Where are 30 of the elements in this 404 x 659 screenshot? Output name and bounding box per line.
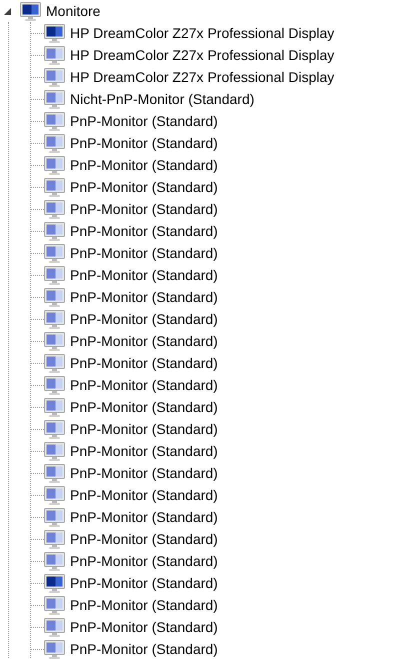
tree-item[interactable]: HP DreamColor Z27x Professional Display [70, 44, 334, 66]
tree-item[interactable]: PnP-Monitor (Standard) [70, 462, 218, 484]
tree-item[interactable]: PnP-Monitor (Standard) [70, 242, 218, 264]
tree-item[interactable]: HP DreamColor Z27x Professional Display [70, 22, 334, 44]
tree-item[interactable]: PnP-Monitor (Standard) [70, 550, 218, 572]
tree-item[interactable]: PnP-Monitor (Standard) [70, 110, 218, 132]
tree-item[interactable]: PnP-Monitor (Standard) [70, 484, 218, 506]
tree-item[interactable]: PnP-Monitor (Standard) [70, 594, 218, 616]
tree-item[interactable]: PnP-Monitor (Standard) [70, 352, 218, 374]
tree-item[interactable]: HP DreamColor Z27x Professional Display [70, 66, 334, 88]
tree-item[interactable]: PnP-Monitor (Standard) [70, 440, 218, 462]
tree-item[interactable]: PnP-Monitor (Standard) [70, 528, 218, 550]
tree-item[interactable]: PnP-Monitor (Standard) [70, 638, 218, 659]
tree-item[interactable]: PnP-Monitor (Standard) [70, 572, 218, 594]
tree-item[interactable]: Monitore [46, 0, 100, 22]
tree-item[interactable]: PnP-Monitor (Standard) [70, 198, 218, 220]
tree-item[interactable]: PnP-Monitor (Standard) [70, 506, 218, 528]
tree-item[interactable]: PnP-Monitor (Standard) [70, 132, 218, 154]
tree-item[interactable]: PnP-Monitor (Standard) [70, 220, 218, 242]
tree-item[interactable]: PnP-Monitor (Standard) [70, 154, 218, 176]
tree-item[interactable]: PnP-Monitor (Standard) [70, 264, 218, 286]
tree-item[interactable]: PnP-Monitor (Standard) [70, 286, 218, 308]
tree-item[interactable]: PnP-Monitor (Standard) [70, 418, 218, 440]
tree-item[interactable]: PnP-Monitor (Standard) [70, 616, 218, 638]
tree-item[interactable]: Nicht-PnP-Monitor (Standard) [70, 88, 254, 110]
tree-item[interactable]: PnP-Monitor (Standard) [70, 308, 218, 330]
tree-item[interactable]: PnP-Monitor (Standard) [70, 330, 218, 352]
tree-item[interactable]: PnP-Monitor (Standard) [70, 374, 218, 396]
tree-item[interactable]: PnP-Monitor (Standard) [70, 396, 218, 418]
tree-item[interactable]: PnP-Monitor (Standard) [70, 176, 218, 198]
